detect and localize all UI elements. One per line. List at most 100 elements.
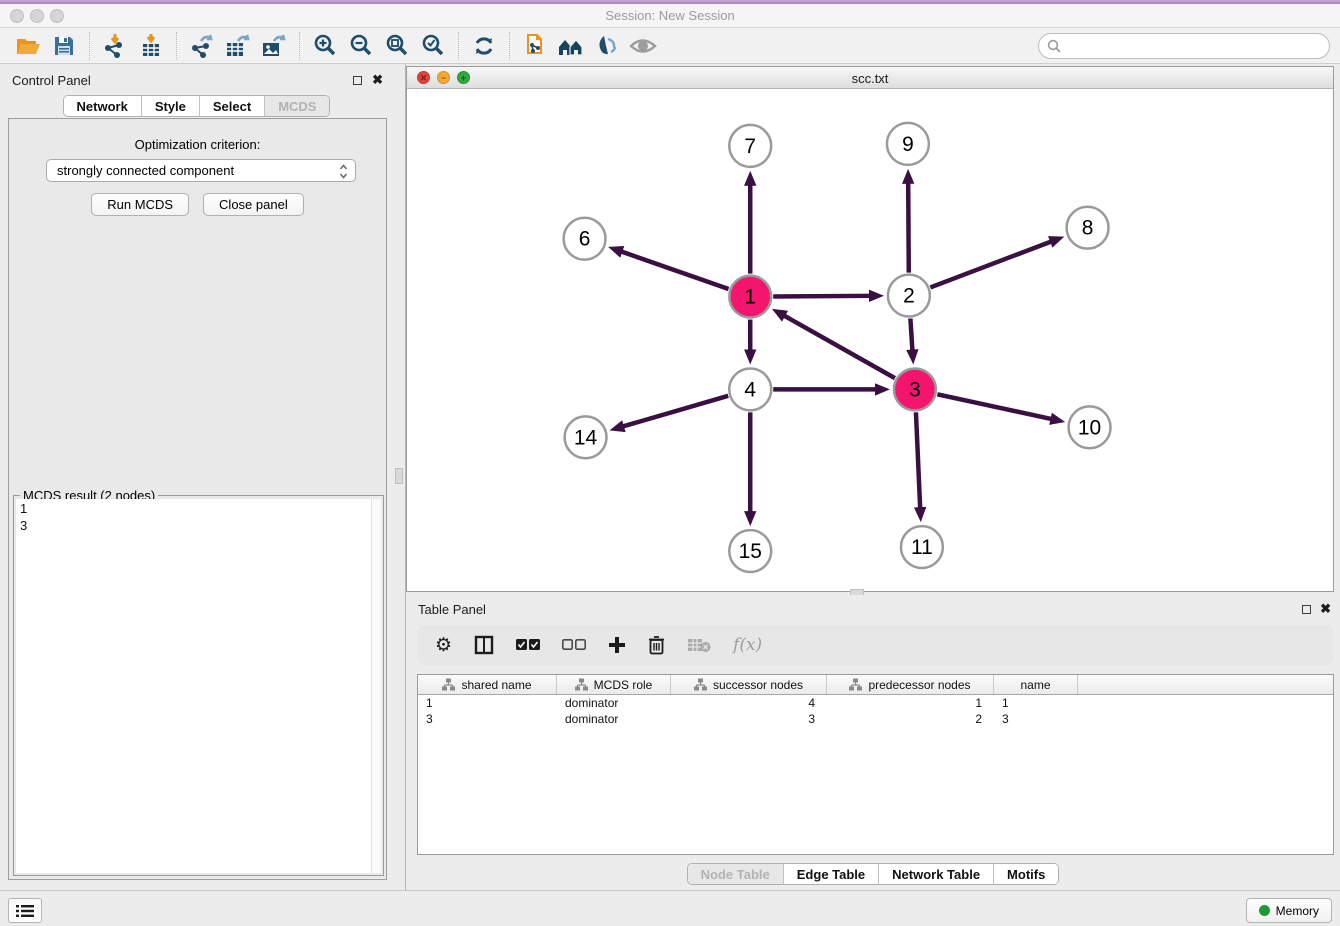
edge-2-3[interactable] — [910, 318, 912, 353]
vertical-split-divider[interactable] — [393, 64, 406, 890]
column-header-successor-nodes[interactable]: successor nodes — [671, 675, 827, 694]
edge-arrow-2-9 — [902, 169, 914, 184]
select-all-columns-icon[interactable] — [516, 632, 540, 658]
task-history-button[interactable] — [8, 898, 42, 923]
hide-graphics-details-icon[interactable] — [589, 31, 625, 61]
result-scrollbar[interactable] — [371, 499, 381, 873]
float-table-panel-icon[interactable] — [1302, 605, 1311, 614]
unselect-all-columns-icon[interactable] — [562, 632, 586, 658]
tab-mcds[interactable]: MCDS — [265, 96, 329, 116]
graph-node-label-10: 10 — [1078, 416, 1101, 439]
cell-MCDS-role[interactable]: dominator — [557, 695, 671, 711]
edge-3-1[interactable] — [782, 314, 895, 378]
network-window-titlebar[interactable]: ✕ − + scc.txt — [407, 67, 1333, 89]
main-toolbar — [0, 28, 1340, 64]
cell-shared-name[interactable]: 1 — [418, 695, 557, 711]
attribute-tree-icon — [442, 678, 455, 691]
graph-node-label-15: 15 — [739, 540, 762, 563]
cell-shared-name[interactable]: 3 — [418, 711, 557, 727]
edge-3-11[interactable] — [916, 412, 920, 511]
first-neighbors-icon[interactable] — [553, 31, 589, 61]
tab-select[interactable]: Select — [200, 96, 265, 116]
clone-network-icon[interactable] — [517, 31, 553, 61]
edge-arrow-3-11 — [914, 507, 926, 522]
control-panel: Control Panel ✖ NetworkStyleSelectMCDS O… — [0, 64, 393, 890]
edge-1-6[interactable] — [618, 251, 728, 289]
edge-4-14[interactable] — [620, 396, 728, 427]
tab-edge-table[interactable]: Edge Table — [784, 864, 879, 884]
add-column-icon[interactable] — [608, 632, 626, 658]
import-table-icon[interactable] — [133, 31, 169, 61]
tab-node-table[interactable]: Node Table — [688, 864, 784, 884]
edge-1-2[interactable] — [773, 296, 873, 297]
edge-arrow-2-3 — [906, 349, 918, 364]
column-header-name[interactable]: name — [994, 675, 1078, 694]
cell-name[interactable]: 1 — [994, 695, 1078, 711]
show-annotations-eye-icon[interactable] — [625, 31, 661, 61]
column-header-MCDS-role[interactable]: MCDS role — [557, 675, 671, 694]
cell-successor-nodes[interactable]: 4 — [671, 695, 827, 711]
cell-MCDS-role[interactable]: dominator — [557, 711, 671, 727]
delete-columns-trash-icon[interactable] — [648, 632, 665, 658]
edge-arrow-1-4 — [744, 349, 756, 364]
table-panel-tabs: Node TableEdge TableNetwork TableMotifs — [406, 863, 1340, 885]
column-header-label: successor nodes — [713, 678, 803, 692]
zoom-in-icon[interactable] — [307, 31, 343, 61]
edge-arrow-4-3 — [875, 383, 890, 395]
search-input[interactable] — [1062, 36, 1329, 56]
export-table-icon[interactable] — [220, 31, 256, 61]
optimization-criterion-label: Optimization criterion: — [9, 137, 386, 152]
table-row[interactable]: 3dominator323 — [418, 711, 1333, 727]
tab-motifs[interactable]: Motifs — [994, 864, 1058, 884]
close-panel-button[interactable]: Close panel — [203, 193, 304, 216]
export-image-icon[interactable] — [256, 31, 292, 61]
save-session-icon[interactable] — [46, 31, 82, 61]
refresh-icon[interactable] — [466, 31, 502, 61]
float-panel-icon[interactable] — [353, 76, 362, 85]
delete-table-icon-disabled — [687, 632, 711, 658]
graph-node-label-2: 2 — [903, 285, 915, 308]
table-row[interactable]: 1dominator411 — [418, 695, 1333, 711]
control-panel-tabs: NetworkStyleSelectMCDS — [0, 95, 393, 117]
import-network-icon[interactable] — [97, 31, 133, 61]
cell-successor-nodes[interactable]: 3 — [671, 711, 827, 727]
split-columns-icon[interactable] — [474, 632, 494, 658]
column-header-shared-name[interactable]: shared name — [418, 675, 557, 694]
close-panel-icon[interactable]: ✖ — [372, 72, 383, 88]
tab-network[interactable]: Network — [64, 96, 142, 116]
export-network-icon[interactable] — [184, 31, 220, 61]
node-table: shared nameMCDS role successor nodes prede… — [417, 674, 1334, 855]
edge-2-9[interactable] — [908, 180, 909, 273]
run-mcds-button[interactable]: Run MCDS — [91, 193, 189, 216]
graph-node-label-7: 7 — [744, 135, 756, 158]
zoom-fit-icon[interactable] — [379, 31, 415, 61]
optimization-criterion-select[interactable]: strongly connected component — [46, 159, 356, 182]
edge-3-10[interactable] — [937, 394, 1054, 419]
cell-predecessor-nodes[interactable]: 2 — [827, 711, 994, 727]
vertical-split-grip[interactable] — [395, 468, 403, 484]
column-header-filler — [1078, 675, 1333, 694]
mcds-result-text[interactable]: 1 3 — [16, 499, 371, 873]
edge-2-8[interactable] — [930, 240, 1054, 287]
zoom-selected-icon[interactable] — [415, 31, 451, 61]
cell-name[interactable]: 3 — [994, 711, 1078, 727]
graph-node-label-6: 6 — [579, 228, 591, 251]
zoom-out-icon[interactable] — [343, 31, 379, 61]
tab-style[interactable]: Style — [142, 96, 200, 116]
network-window-title: scc.txt — [407, 71, 1333, 86]
optimization-criterion-value: strongly connected component — [57, 163, 234, 178]
graph-node-label-1: 1 — [744, 286, 756, 309]
column-header-predecessor-nodes[interactable]: predecessor nodes — [827, 675, 994, 694]
edge-arrow-3-10 — [1049, 413, 1065, 425]
memory-button[interactable]: Memory — [1246, 898, 1332, 923]
task-list-icon — [16, 904, 34, 918]
network-canvas[interactable]: 7968124314101511 — [407, 89, 1333, 591]
control-panel-title: Control Panel — [12, 73, 91, 88]
close-table-panel-icon[interactable]: ✖ — [1320, 601, 1331, 617]
cell-predecessor-nodes[interactable]: 1 — [827, 695, 994, 711]
table-settings-gear-icon[interactable]: ⚙ — [435, 632, 452, 658]
attribute-tree-icon — [575, 678, 588, 691]
network-graph[interactable]: 7968124314101511 — [407, 89, 1333, 591]
open-session-icon[interactable] — [10, 31, 46, 61]
tab-network-table[interactable]: Network Table — [879, 864, 994, 884]
